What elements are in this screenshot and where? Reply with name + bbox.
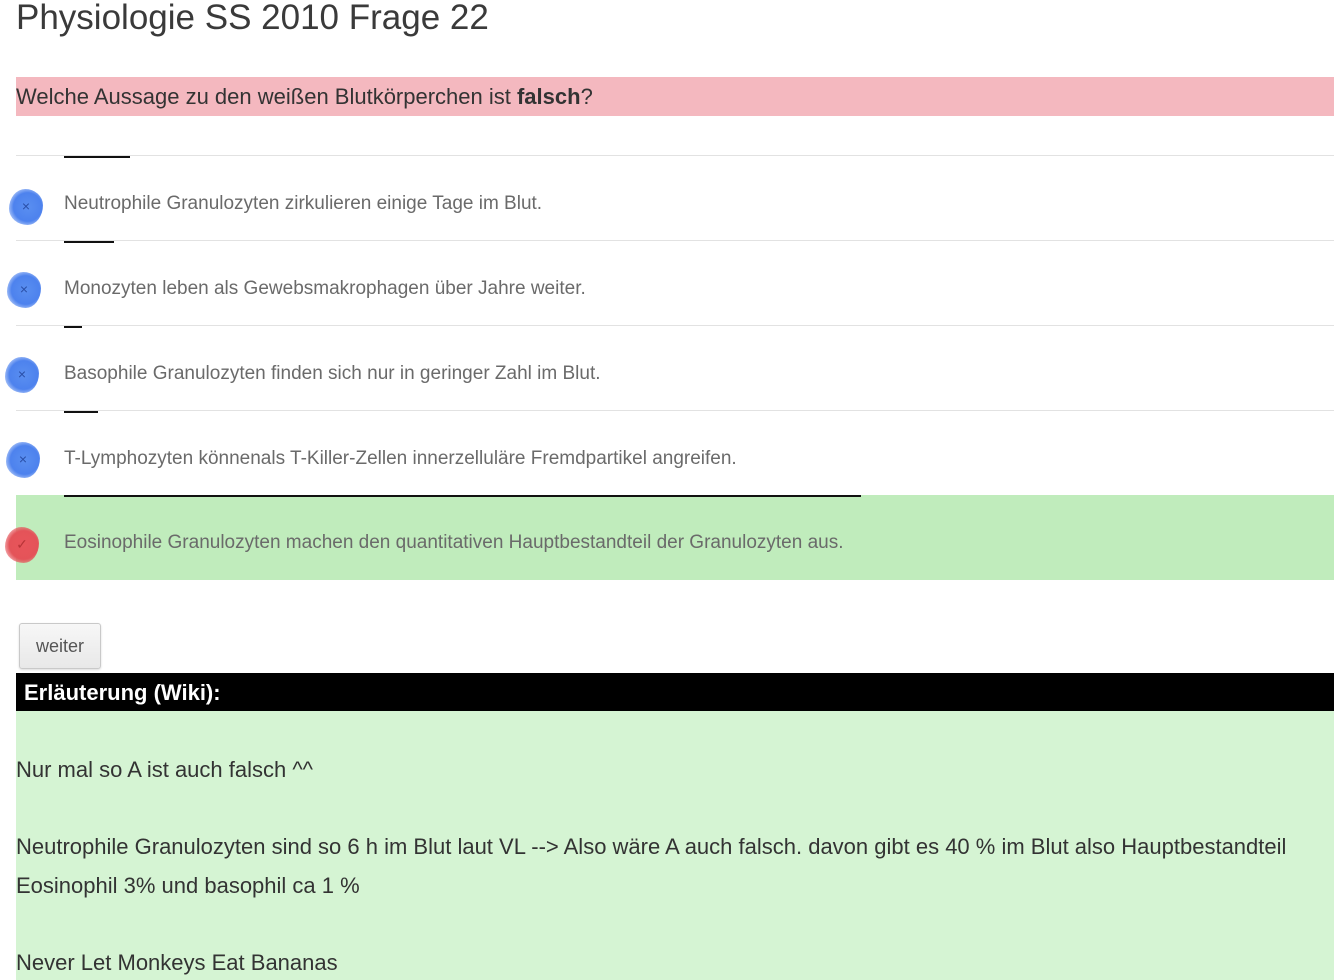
question-suffix: ?: [580, 84, 593, 109]
check-icon: ✓: [16, 536, 28, 552]
page-title: Physiologie SS 2010 Frage 22: [16, 0, 489, 37]
wiki-paragraph: Never Let Monkeys Eat Bananas: [16, 950, 338, 975]
cross-icon: ×: [19, 281, 29, 297]
answer-option-b[interactable]: Monozyten leben als Gewebsmakrophagen üb…: [16, 240, 1334, 325]
wrong-mark-icon: ×: [7, 272, 41, 308]
answer-text: Eosinophile Granulozyten machen den quan…: [64, 532, 844, 553]
question-banner: Welche Aussage zu den weißen Blutkörperc…: [16, 77, 1334, 116]
cross-icon: ×: [21, 198, 31, 214]
answer-text: Monozyten leben als Gewebsmakrophagen üb…: [64, 278, 586, 299]
wiki-paragraph: Neutrophile Granulozyten sind so 6 h im …: [16, 834, 1287, 859]
wiki-paragraph: Nur mal so A ist auch falsch ^^: [16, 757, 313, 782]
answer-option-e[interactable]: Eosinophile Granulozyten machen den quan…: [16, 495, 1334, 580]
answer-text: Neutrophile Granulozyten zirkulieren ein…: [64, 193, 543, 214]
wrong-mark-icon: ×: [6, 442, 40, 478]
cross-icon: ×: [17, 366, 27, 382]
cross-icon: ×: [18, 451, 28, 467]
question-text: Welche Aussage zu den weißen Blutkörperc…: [16, 84, 517, 109]
wiki-header: Erläuterung (Wiki):: [16, 673, 1334, 711]
answer-text: T-Lymphozyten könnenals T-Killer-Zellen …: [64, 448, 737, 469]
selected-mark-icon: ✓: [5, 527, 39, 563]
answer-option-d[interactable]: T-Lymphozyten könnenals T-Killer-Zellen …: [16, 410, 1334, 495]
wiki-paragraph: Eosinophil 3% und basophil ca 1 %: [16, 873, 360, 898]
wiki-explanation: Nur mal so A ist auch falsch ^^ Neutroph…: [16, 711, 1334, 980]
answer-option-a[interactable]: Neutrophile Granulozyten zirkulieren ein…: [16, 155, 1334, 240]
next-button[interactable]: weiter: [19, 623, 101, 669]
question-emphasis: falsch: [516, 84, 581, 109]
wrong-mark-icon: ×: [9, 189, 43, 225]
wrong-mark-icon: ×: [5, 357, 39, 393]
answer-text: Basophile Granulozyten finden sich nur i…: [64, 363, 601, 384]
answer-option-c[interactable]: Basophile Granulozyten finden sich nur i…: [16, 325, 1334, 410]
